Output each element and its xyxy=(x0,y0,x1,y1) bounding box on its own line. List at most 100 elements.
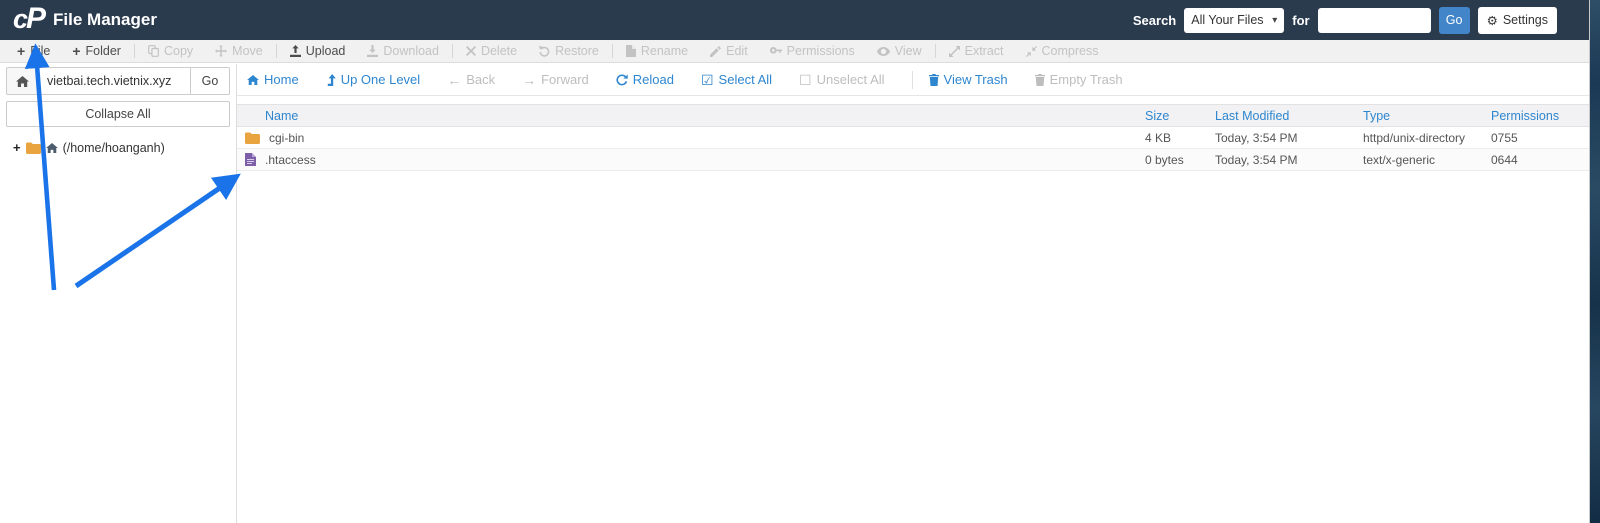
file-size: 0 bytes xyxy=(1145,152,1184,167)
file-manager-app: cP File Manager Search All Your Files ▾ … xyxy=(0,0,1600,523)
column-header-last-modified[interactable]: Last Modified xyxy=(1215,109,1363,123)
column-header-size[interactable]: Size xyxy=(1145,109,1215,123)
folder-icon xyxy=(245,132,260,144)
page-title: File Manager xyxy=(53,10,157,29)
compress-button[interactable]: Compress xyxy=(1015,44,1110,58)
rename-button[interactable]: Rename xyxy=(615,44,699,58)
app-header: cP File Manager Search All Your Files ▾ … xyxy=(0,0,1589,40)
move-button[interactable]: Move xyxy=(204,44,274,58)
nav-back-label: Back xyxy=(466,72,496,87)
reload-icon xyxy=(616,73,628,86)
compress-button-label: Compress xyxy=(1041,44,1099,58)
nav-reload-button[interactable]: Reload xyxy=(616,72,674,87)
toolbar-divider xyxy=(451,44,453,58)
toolbar-divider xyxy=(934,44,936,58)
toolbar-divider xyxy=(611,44,613,58)
nav-empty-trash-button[interactable]: Empty Trash xyxy=(1034,72,1123,87)
upload-button[interactable]: Upload xyxy=(279,44,357,58)
checkbox-unchecked-icon: ☐ xyxy=(799,71,812,88)
download-button-label: Download xyxy=(383,44,439,58)
restore-button[interactable]: Restore xyxy=(528,44,610,58)
nav-back-button[interactable]: ← Back xyxy=(447,72,495,87)
collapse-all-button[interactable]: Collapse All xyxy=(6,101,230,127)
upload-icon xyxy=(289,45,301,57)
desktop-background-strip xyxy=(1589,0,1600,523)
nav-unselect-all-button[interactable]: ☐ Unselect All xyxy=(799,72,884,87)
copy-button[interactable]: Copy xyxy=(137,44,204,58)
home-icon xyxy=(16,75,29,87)
nav-forward-button[interactable]: → Forward xyxy=(522,72,589,87)
permissions-button[interactable]: Permissions xyxy=(759,44,866,58)
search-scope-select[interactable]: All Your Files ▾ xyxy=(1184,7,1285,33)
nav-view-trash-button[interactable]: View Trash xyxy=(928,72,1008,87)
nav-home-label: Home xyxy=(264,72,299,87)
eye-icon xyxy=(876,46,890,56)
move-button-label: Move xyxy=(232,44,263,58)
file-modified: Today, 3:54 PM xyxy=(1215,152,1298,167)
file-button[interactable]: + File xyxy=(6,44,61,58)
nav-view-trash-label: View Trash xyxy=(943,72,1008,87)
nav-up-one-level-label: Up One Level xyxy=(340,72,421,87)
arrow-right-icon: → xyxy=(522,71,537,88)
restore-button-label: Restore xyxy=(555,44,599,58)
chevron-down-icon: ▾ xyxy=(1272,14,1278,26)
delete-button[interactable]: Delete xyxy=(455,44,528,58)
trash-icon xyxy=(1034,73,1045,86)
sidebar: Go Collapse All + (/home/hoanganh) xyxy=(0,64,237,523)
view-button[interactable]: View xyxy=(866,44,933,58)
for-label: for xyxy=(1292,12,1310,28)
file-name-cell: .htaccess xyxy=(237,153,1145,167)
home-icon xyxy=(247,74,259,85)
delete-x-icon xyxy=(465,46,476,56)
path-go-button[interactable]: Go xyxy=(191,67,230,95)
move-icon xyxy=(215,45,228,57)
extract-button-label: Extract xyxy=(964,44,1004,58)
key-icon xyxy=(769,45,782,57)
compress-icon xyxy=(1025,45,1037,57)
file-permissions: 0755 xyxy=(1491,130,1518,145)
table-row-cgi-bin[interactable]: cgi-bin 4 KB Today, 3:54 PM httpd/unix-d… xyxy=(237,127,1589,149)
settings-button[interactable]: ⚙ Settings xyxy=(1477,6,1557,34)
expand-plus-icon[interactable]: + xyxy=(13,140,21,155)
nav-select-all-button[interactable]: ☑ Select All xyxy=(701,72,772,87)
download-button[interactable]: Download xyxy=(356,44,450,58)
file-name-cell: cgi-bin xyxy=(237,131,1145,145)
toolbar-divider xyxy=(133,44,135,58)
folder-button[interactable]: + Folder xyxy=(61,44,132,58)
home-path-button[interactable] xyxy=(6,67,39,95)
tree-item-home-directory[interactable]: + (/home/hoanganh) xyxy=(6,140,230,155)
cpanel-logo[interactable]: cP xyxy=(13,2,46,36)
file-name: .htaccess xyxy=(265,152,316,167)
table-header: Name Size Last Modified Type Permissions xyxy=(237,104,1589,127)
column-header-type[interactable]: Type xyxy=(1363,109,1491,123)
pencil-icon xyxy=(710,45,722,57)
file-name: cgi-bin xyxy=(269,130,305,145)
edit-button[interactable]: Edit xyxy=(699,44,759,58)
column-header-name[interactable]: Name xyxy=(237,109,1145,123)
extract-button[interactable]: Extract xyxy=(938,44,1015,58)
download-icon xyxy=(367,45,379,57)
search-bar: Search All Your Files ▾ for Go ⚙ Setting… xyxy=(1132,6,1589,34)
home-icon xyxy=(45,142,58,153)
gear-icon: ⚙ xyxy=(1486,13,1498,28)
arrow-left-icon: ← xyxy=(447,71,462,88)
checkbox-checked-icon: ☑ xyxy=(700,71,714,88)
cpanel-logo-text: c xyxy=(13,4,28,34)
extract-icon xyxy=(948,45,960,57)
search-label: Search xyxy=(1132,12,1177,28)
plus-icon: + xyxy=(72,43,81,59)
table-row-htaccess[interactable]: .htaccess 0 bytes Today, 3:54 PM text/x-… xyxy=(237,149,1589,171)
view-button-label: View xyxy=(894,44,922,58)
path-input[interactable] xyxy=(39,67,191,95)
tree-item-label: (/home/hoanganh) xyxy=(62,140,165,155)
search-go-button[interactable]: Go xyxy=(1438,6,1470,34)
nav-forward-label: Forward xyxy=(541,72,589,87)
file-type: httpd/unix-directory xyxy=(1363,130,1466,145)
search-input[interactable] xyxy=(1317,7,1431,33)
nav-home-button[interactable]: Home xyxy=(247,72,299,87)
nav-up-one-level-button[interactable]: Up One Level xyxy=(326,72,421,87)
edit-button-label: Edit xyxy=(726,44,748,58)
file-icon xyxy=(245,153,256,166)
nav-reload-label: Reload xyxy=(632,72,674,87)
column-header-permissions[interactable]: Permissions xyxy=(1491,109,1589,123)
